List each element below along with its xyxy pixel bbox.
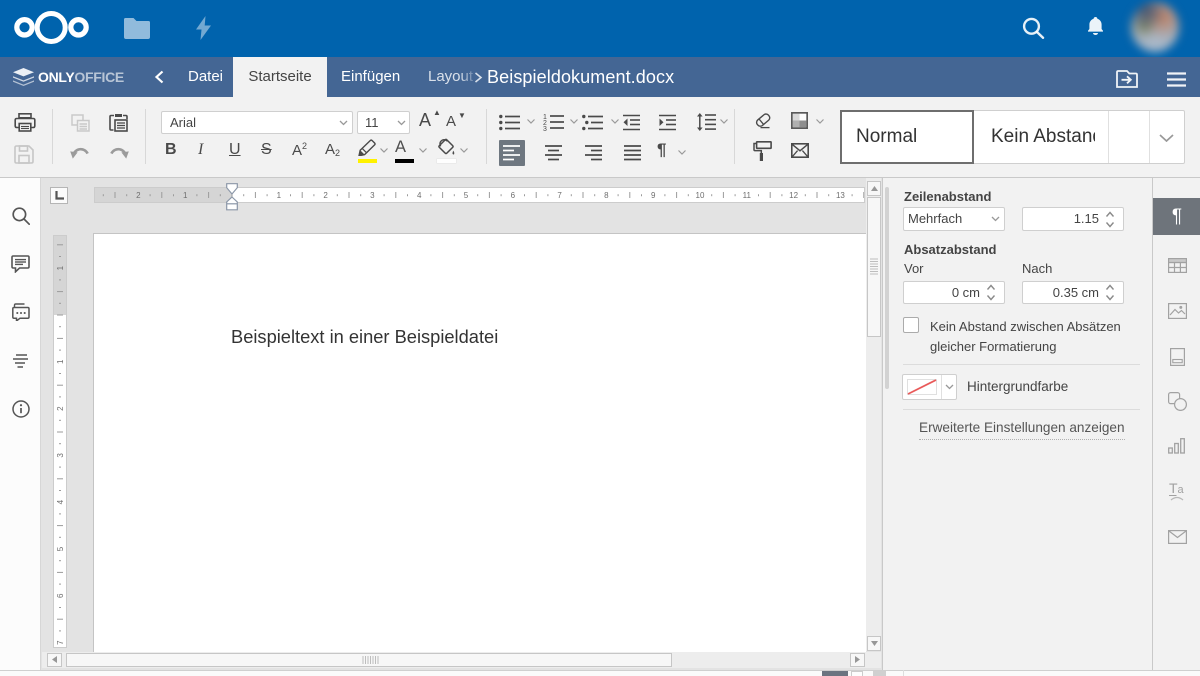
svg-text:9: 9: [651, 191, 656, 200]
svg-text:3: 3: [56, 453, 65, 458]
svg-text:2: 2: [56, 406, 65, 411]
svg-text:3: 3: [370, 191, 375, 200]
svg-text:10: 10: [696, 191, 705, 200]
svg-text:a: a: [1178, 484, 1185, 496]
svg-text:1: 1: [277, 191, 282, 200]
svg-text:1: 1: [183, 191, 188, 200]
svg-text:5: 5: [464, 191, 469, 200]
svg-text:2: 2: [136, 191, 141, 200]
svg-text:2: 2: [323, 191, 328, 200]
svg-text:4: 4: [417, 191, 422, 200]
svg-text:5: 5: [56, 546, 65, 551]
svg-text:13: 13: [836, 191, 845, 200]
svg-text:4: 4: [56, 499, 65, 504]
svg-text:3: 3: [543, 126, 547, 131]
svg-text:1: 1: [56, 359, 65, 364]
svg-text:6: 6: [56, 593, 65, 598]
svg-text:1: 1: [56, 265, 65, 270]
svg-text:8: 8: [604, 191, 609, 200]
svg-text:11: 11: [743, 191, 752, 200]
svg-text:7: 7: [56, 640, 65, 645]
svg-text:6: 6: [511, 191, 516, 200]
svg-text:7: 7: [557, 191, 562, 200]
svg-text:12: 12: [789, 191, 798, 200]
